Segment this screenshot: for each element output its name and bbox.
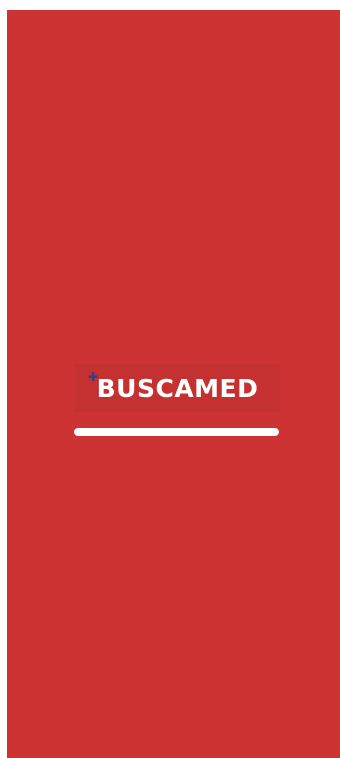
app-logo-text: BUSCAMED bbox=[96, 373, 259, 403]
loading-progress-fill bbox=[74, 428, 279, 436]
splash-screen: BUSCAMED ✚ bbox=[7, 10, 340, 758]
app-logo: BUSCAMED bbox=[75, 364, 280, 412]
cross-icon: ✚ bbox=[88, 370, 99, 384]
loading-progress-bar bbox=[74, 428, 279, 436]
